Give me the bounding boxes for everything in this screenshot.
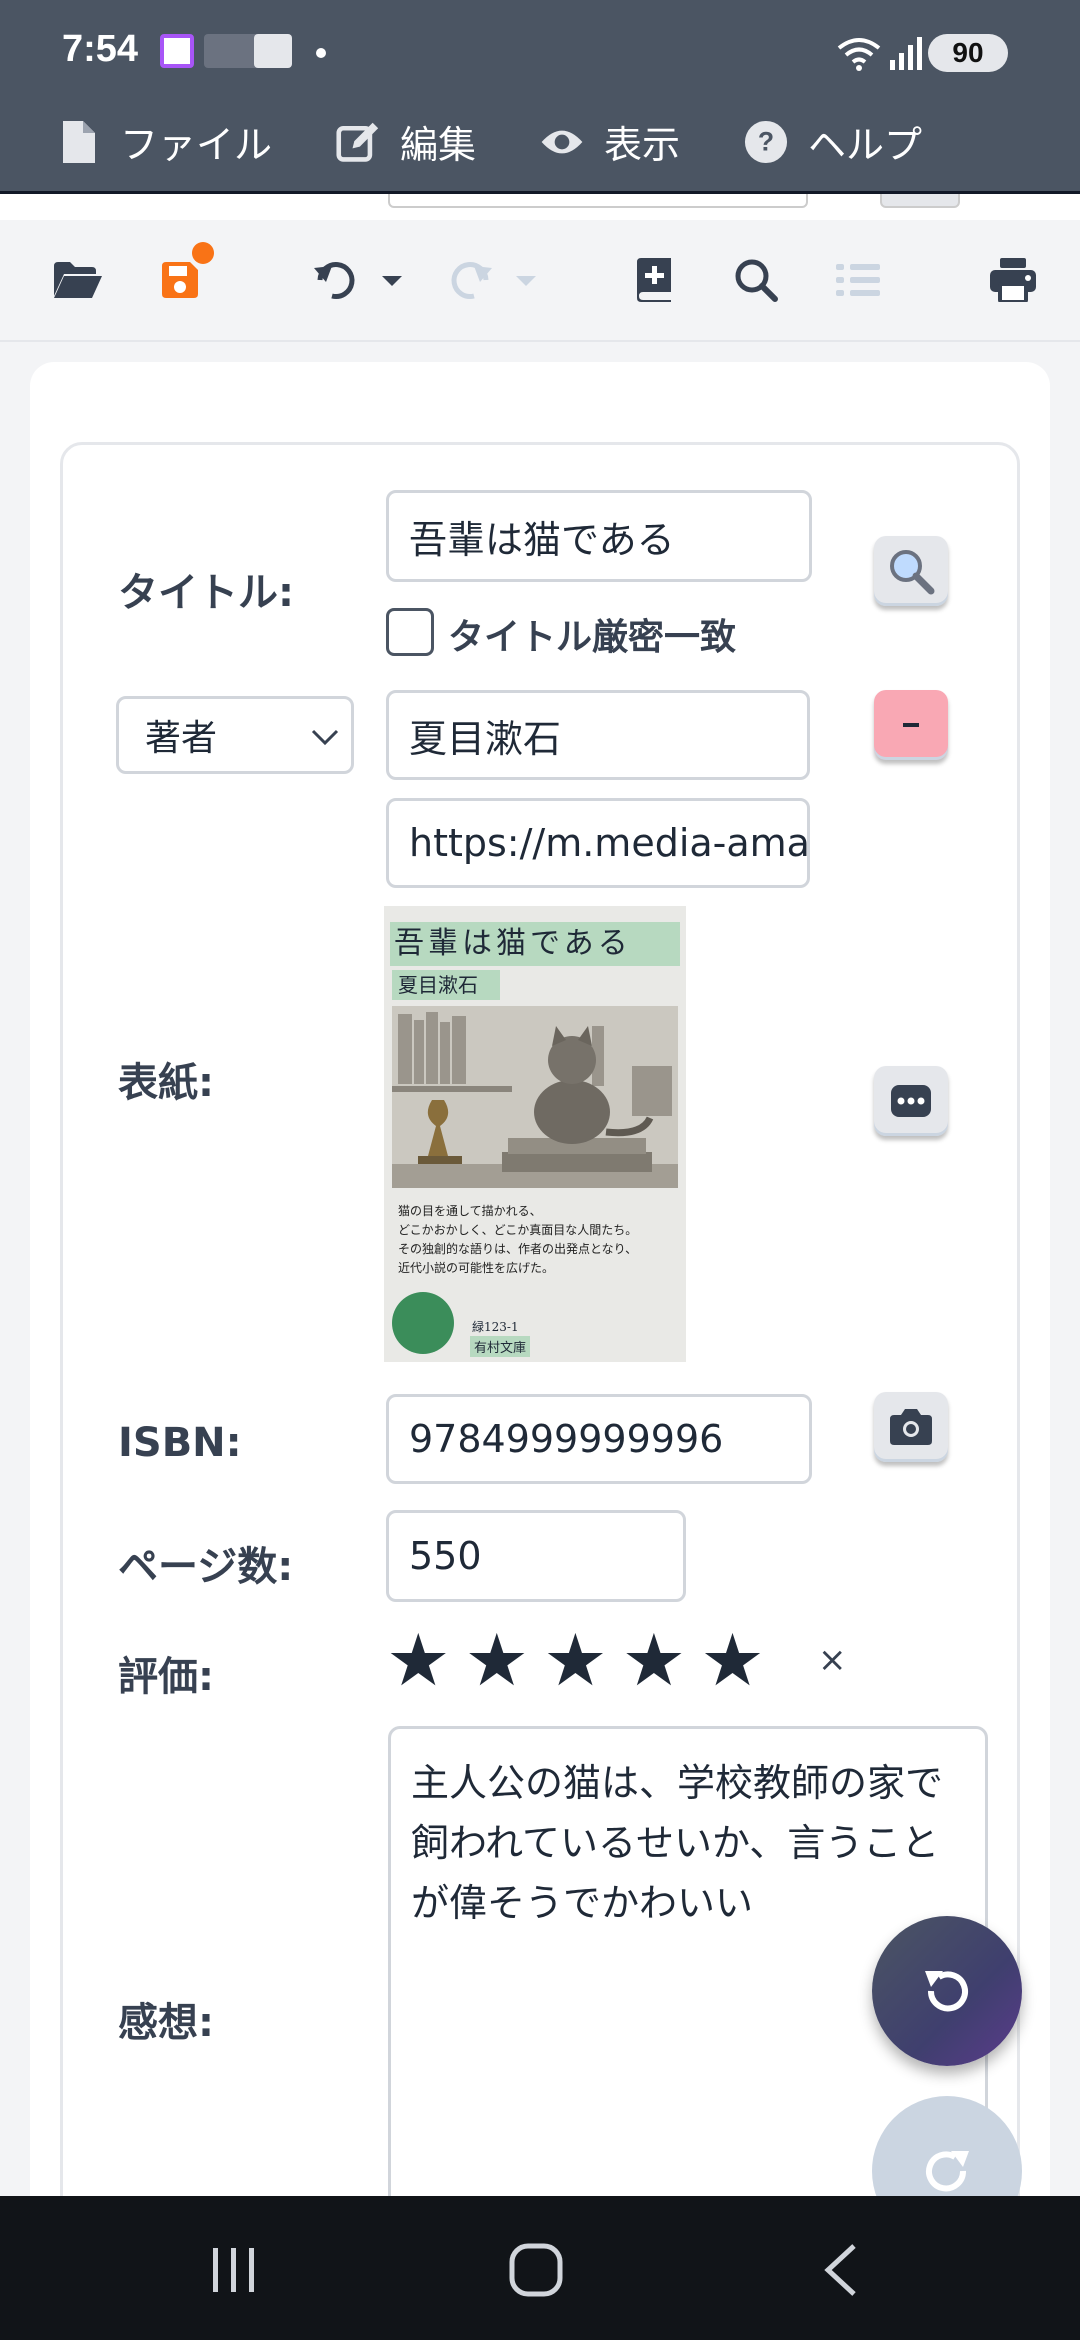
print-icon[interactable]	[990, 252, 1036, 308]
chevron-down-icon	[311, 729, 339, 746]
battery-indicator: 90	[928, 34, 1008, 72]
folder-open-icon[interactable]	[50, 252, 106, 308]
menu-help-label: ヘルプ	[808, 123, 923, 167]
cover-options-button[interactable]	[874, 1066, 948, 1136]
title-input[interactable]: 吾輩は猫である	[386, 490, 812, 582]
reset-fab-button[interactable]	[872, 1916, 1022, 2066]
menu-help[interactable]: ? ヘルプ	[744, 114, 922, 169]
cover-title: 吾輩は猫である	[390, 922, 680, 966]
rating-stars: ★ ★ ★ ★ ★	[386, 1622, 765, 1698]
minus-icon	[895, 709, 927, 741]
unsaved-indicator	[192, 242, 214, 264]
menu-file[interactable]: ファイル	[56, 114, 272, 169]
author-input[interactable]: 夏目漱石	[386, 690, 810, 780]
recent-apps-icon[interactable]	[208, 2240, 260, 2300]
status-time: 7:54	[62, 28, 139, 70]
person-role-select[interactable]: 著者	[116, 696, 354, 774]
star-icon[interactable]: ★	[543, 1622, 608, 1698]
ellipsis-icon	[891, 1085, 931, 1117]
svg-text:?: ?	[758, 126, 774, 156]
security-app-icon	[204, 34, 260, 68]
system-navigation-bar	[0, 2196, 1080, 2340]
reset-icon	[925, 1971, 968, 2012]
cover-url-input[interactable]: https://m.media-ama	[386, 798, 810, 888]
magnifier-icon	[890, 550, 935, 595]
tool-app-icon	[254, 34, 292, 68]
search-icon[interactable]	[734, 252, 778, 308]
cover-blurb: 猫の目を通して描かれる、 どこかおかしく、どこか真面目な人間たち。 その独創的な…	[398, 1202, 678, 1278]
menu-edit-label: 編集	[400, 123, 477, 167]
menu-file-label: ファイル	[120, 123, 273, 167]
person-role-value: 著者	[145, 718, 218, 759]
star-icon[interactable]: ★	[700, 1622, 765, 1698]
title-label: タイトル:	[118, 570, 294, 616]
cover-cat-illustration	[392, 1006, 678, 1188]
rating-clear-button[interactable]: ×	[818, 1640, 847, 1680]
publisher-emblem	[392, 1292, 454, 1354]
rating-label: 評価:	[118, 1654, 214, 1700]
save-icon[interactable]	[158, 242, 214, 308]
home-icon[interactable]	[508, 2240, 564, 2300]
pages-label: ページ数:	[118, 1544, 294, 1590]
scan-isbn-button[interactable]	[874, 1392, 948, 1462]
back-icon[interactable]	[818, 2240, 862, 2300]
cover-image: 吾輩は猫である 夏目漱石 猫の目を通して描かれる、 どこかおかしく、どこか真面目…	[384, 906, 686, 1362]
redo-circle-icon	[926, 2151, 969, 2192]
scrolled-content-peek	[0, 194, 1080, 220]
wifi-icon	[837, 38, 881, 71]
cover-author: 夏目漱石	[392, 970, 500, 1000]
notification-dot-icon	[316, 48, 326, 58]
cover-publisher: 有村文庫	[470, 1336, 531, 1357]
isbn-input[interactable]: 9784999999996	[386, 1394, 812, 1484]
cover-blurb-line: 近代小説の可能性を広げた。	[398, 1261, 555, 1275]
camera-icon	[890, 1409, 932, 1445]
star-icon[interactable]: ★	[465, 1622, 530, 1698]
search-title-button[interactable]	[874, 536, 948, 606]
add-book-icon[interactable]	[634, 252, 674, 308]
menu-edit[interactable]: 編集	[336, 114, 476, 169]
undo-icon[interactable]	[312, 252, 408, 308]
pages-input[interactable]: 550	[386, 1510, 686, 1602]
star-icon[interactable]: ★	[622, 1622, 687, 1698]
cover-blurb-line: 猫の目を通して描かれる、	[398, 1204, 542, 1218]
cover-label: 表紙:	[118, 1060, 214, 1106]
exact-match-label: タイトル厳密一致	[448, 617, 737, 658]
remove-author-button[interactable]	[874, 690, 948, 760]
menu-view[interactable]: 表示	[540, 114, 680, 169]
menu-bar: ファイル 編集 表示 ? ヘルプ	[0, 92, 1080, 194]
exact-match-checkbox[interactable]	[386, 608, 434, 656]
star-icon[interactable]: ★	[386, 1622, 451, 1698]
file-icon	[56, 120, 100, 164]
isbn-label: ISBN:	[118, 1420, 242, 1466]
edit-icon	[336, 120, 380, 164]
qr-app-icon	[160, 34, 194, 68]
eye-icon	[540, 120, 584, 164]
signal-icon	[890, 37, 922, 70]
menu-view-label: 表示	[604, 123, 681, 167]
help-icon: ?	[744, 120, 788, 164]
cover-blurb-line: その独創的な語りは、作者の出発点となり、	[398, 1242, 638, 1256]
redo-icon[interactable]	[446, 252, 542, 308]
cover-blurb-line: どこかおかしく、どこか真面目な人間たち。	[398, 1223, 638, 1237]
cover-catalog-number: 緑123-1	[472, 1320, 519, 1334]
review-label: 感想:	[118, 2000, 214, 2046]
status-bar: 7:54 90	[0, 0, 1080, 92]
toolbar	[0, 220, 1080, 342]
list-icon[interactable]	[836, 252, 880, 308]
